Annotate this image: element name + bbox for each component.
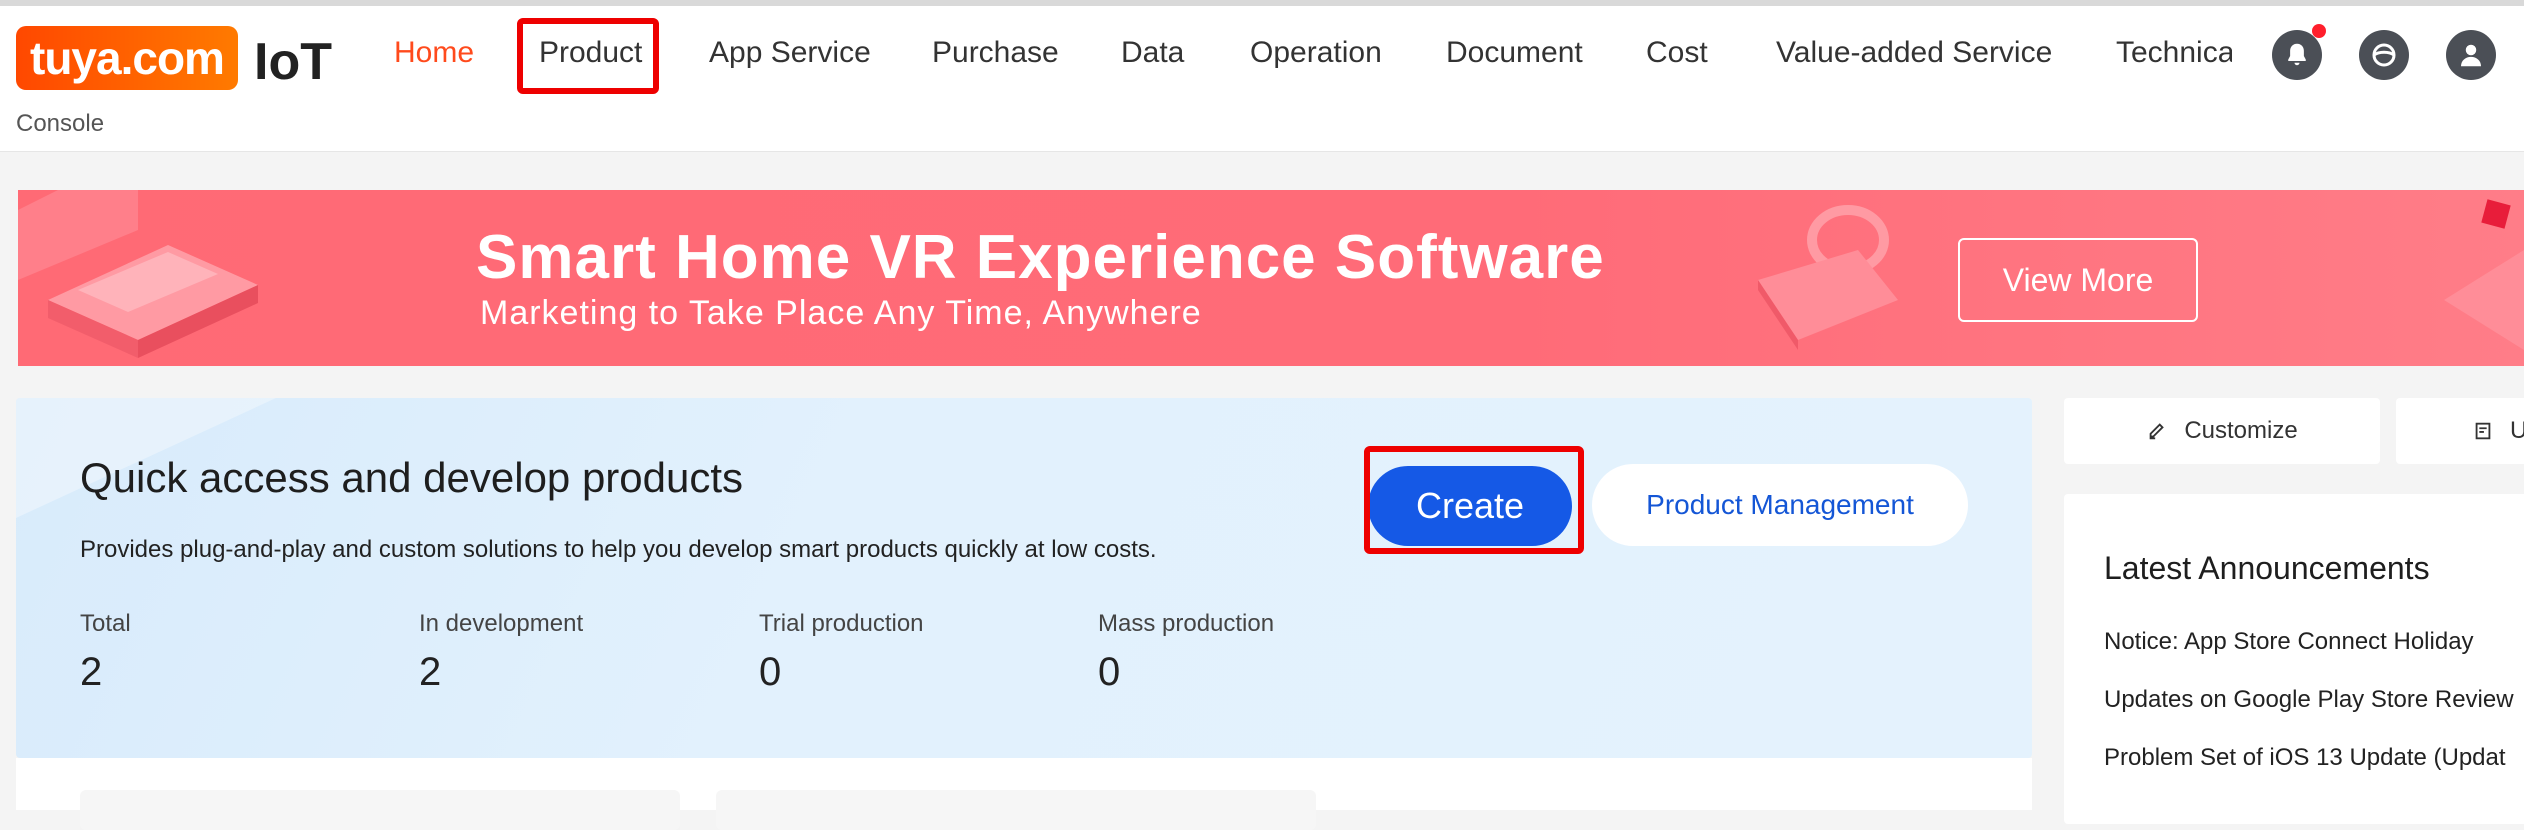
stat-in-development-value[interactable]: 2 xyxy=(419,650,441,695)
announcement-item[interactable]: Updates on Google Play Store Review xyxy=(2104,686,2514,714)
product-highlight xyxy=(517,18,659,94)
vr-headset-illustration xyxy=(1758,205,1898,350)
nav-operation[interactable]: Operation xyxy=(1250,36,1382,70)
nav-data[interactable]: Data xyxy=(1121,36,1184,70)
announcement-item[interactable]: Problem Set of iOS 13 Update (Updat xyxy=(2104,744,2506,772)
bed-illustration xyxy=(18,190,258,358)
nav-overflow: Technica xyxy=(2100,6,2232,106)
nav-app-service[interactable]: App Service xyxy=(709,36,871,70)
edit-icon xyxy=(2149,423,2165,440)
brand-title: IoT xyxy=(254,33,332,91)
user-icon xyxy=(2461,44,2481,67)
announcement-item[interactable]: Notice: App Store Connect Holiday xyxy=(2104,628,2474,656)
create-highlight xyxy=(1364,446,1584,554)
stat-total-label: Total xyxy=(80,610,131,637)
side-second-button[interactable]: U xyxy=(2396,398,2524,464)
nav-value-added-service[interactable]: Value-added Service xyxy=(1776,36,2052,70)
logo-text: tuya.com xyxy=(30,32,225,84)
cube-illustration xyxy=(2444,199,2524,350)
stat-trial-production-label: Trial production xyxy=(759,610,924,637)
globe-icon xyxy=(2372,43,2396,67)
notification-dot xyxy=(2312,24,2326,38)
nav-home[interactable]: Home xyxy=(394,36,474,70)
stat-trial-production-value[interactable]: 0 xyxy=(759,650,781,695)
nav-cost[interactable]: Cost xyxy=(1646,36,1708,70)
quick-access-panel: Quick access and develop products Provid… xyxy=(16,398,2032,758)
language-button[interactable] xyxy=(2359,30,2409,80)
nav-technical[interactable]: Technica xyxy=(2116,36,2232,70)
bottom-section xyxy=(16,758,2032,830)
announcements-card: Latest Announcements Notice: App Store C… xyxy=(2064,494,2524,824)
bell-icon xyxy=(2288,43,2306,66)
promo-banner[interactable]: Smart Home VR Experience Software Market… xyxy=(18,190,2524,366)
account-button[interactable] xyxy=(2446,30,2496,80)
bottom-card-2 xyxy=(716,790,1316,830)
stat-in-development-label: In development xyxy=(419,610,584,637)
customize-label: Customize xyxy=(2184,417,2298,444)
product-management-button[interactable]: Product Management xyxy=(1592,464,1968,546)
stat-total-value[interactable]: 2 xyxy=(80,650,102,695)
panel-description: Provides plug-and-play and custom soluti… xyxy=(80,536,1157,563)
stat-mass-production-label: Mass production xyxy=(1098,610,1275,637)
customize-button[interactable]: Customize xyxy=(2064,398,2380,464)
banner-title: Smart Home VR Experience Software xyxy=(476,223,1605,292)
bottom-card-1 xyxy=(80,790,680,830)
panel-title: Quick access and develop products xyxy=(80,454,744,501)
nav-document[interactable]: Document xyxy=(1446,36,1583,70)
banner-subtitle: Marketing to Take Place Any Time, Anywhe… xyxy=(480,294,1202,332)
stat-mass-production-value[interactable]: 0 xyxy=(1098,650,1120,695)
document-icon xyxy=(2475,422,2491,440)
top-header: tuya.com IoT Console Home Product App Se… xyxy=(0,6,2524,152)
view-more-button[interactable]: View More xyxy=(1958,238,2198,322)
console-label: Console xyxy=(16,110,105,137)
nav-purchase[interactable]: Purchase xyxy=(932,36,1059,70)
announcements-title: Latest Announcements xyxy=(2104,550,2430,586)
notification-button[interactable] xyxy=(2272,30,2322,80)
panel-decoration xyxy=(16,398,276,518)
side-second-label: U xyxy=(2510,417,2524,444)
tuya-logo[interactable]: tuya.com xyxy=(16,26,238,90)
